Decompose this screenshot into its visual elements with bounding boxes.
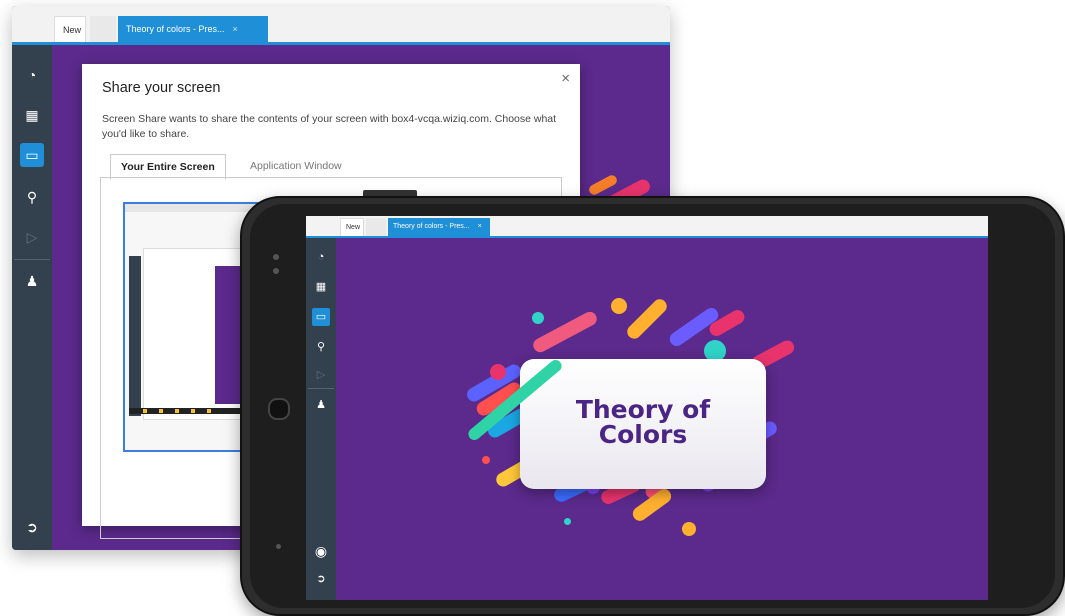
tab-new[interactable]: New [54,16,86,42]
thumbnail-sidebar [129,256,141,416]
dialog-message: Screen Share wants to share the contents… [102,113,557,140]
participants-icon[interactable]: ♟ [312,396,330,414]
phone-tab-bar: New Theory of colors - Pres... × [306,216,988,238]
chart-pie-icon[interactable]: ◔ [20,63,44,87]
tab-blank[interactable] [366,218,386,236]
phone-camera [268,398,290,420]
slide-title-line1: Theory of [575,395,711,424]
slide-dot [682,522,696,536]
tab-application-window[interactable]: Application Window [240,154,352,178]
tab-blank[interactable] [90,16,116,42]
slide-dot [490,364,506,380]
logout-icon[interactable]: ➲ [312,570,330,588]
slide-title-line2: Colors [598,420,688,449]
phone-sensor [276,544,281,549]
sidebar-divider [14,259,50,260]
tab-theory-of-colors[interactable]: Theory of colors - Pres... × [118,16,268,42]
chart-pie-icon[interactable]: ◔ [312,248,330,266]
dialog-title: Share your screen [102,80,221,96]
phone-speaker [273,268,279,274]
user-avatar-icon[interactable]: ◉ [312,542,330,560]
desktop-sidebar: ◔ ▦ ▭ ⚲ ▷ ♟ ➲ [12,45,52,550]
slide-stripe [624,296,670,342]
desktop-tab-bar: New Theory of colors - Pres... × [12,6,670,45]
logout-icon[interactable]: ➲ [20,515,44,539]
video-icon[interactable]: ▷ [312,366,330,384]
phone-device: New Theory of colors - Pres... × ◔ ▦ ▭ ⚲… [240,196,1065,616]
tab-label: Theory of colors - Pres... [126,24,225,34]
screen-share-icon[interactable]: ▭ [20,143,44,167]
tab-close-icon[interactable]: × [233,24,238,34]
participants-icon[interactable]: ♟ [20,269,44,293]
phone-speaker [273,254,279,260]
chat-icon[interactable]: ⚲ [312,338,330,356]
slide-title: Theory of Colors [520,397,766,447]
bar-chart-icon[interactable]: ▦ [20,103,44,127]
slide-title-card: Theory of Colors [520,359,766,489]
slide-dot [532,312,544,324]
sidebar-divider [308,388,334,389]
slide-dot [482,456,490,464]
phone-sidebar: ◔ ▦ ▭ ⚲ ▷ ♟ ◉ ➲ [306,238,336,600]
video-icon[interactable]: ▷ [20,225,44,249]
chat-icon[interactable]: ⚲ [20,185,44,209]
slide-dot [564,518,571,525]
tab-close-icon[interactable]: × [478,223,482,230]
screen-share-icon[interactable]: ▭ [312,308,330,326]
close-icon[interactable]: × [561,70,570,87]
tab-new[interactable]: New [340,218,364,236]
phone-screen: New Theory of colors - Pres... × ◔ ▦ ▭ ⚲… [306,216,988,600]
tab-theory-of-colors[interactable]: Theory of colors - Pres... × [388,218,490,236]
slide-dot [611,298,627,314]
bar-chart-icon[interactable]: ▦ [312,278,330,296]
tab-label: Theory of colors - Pres... [393,223,470,230]
